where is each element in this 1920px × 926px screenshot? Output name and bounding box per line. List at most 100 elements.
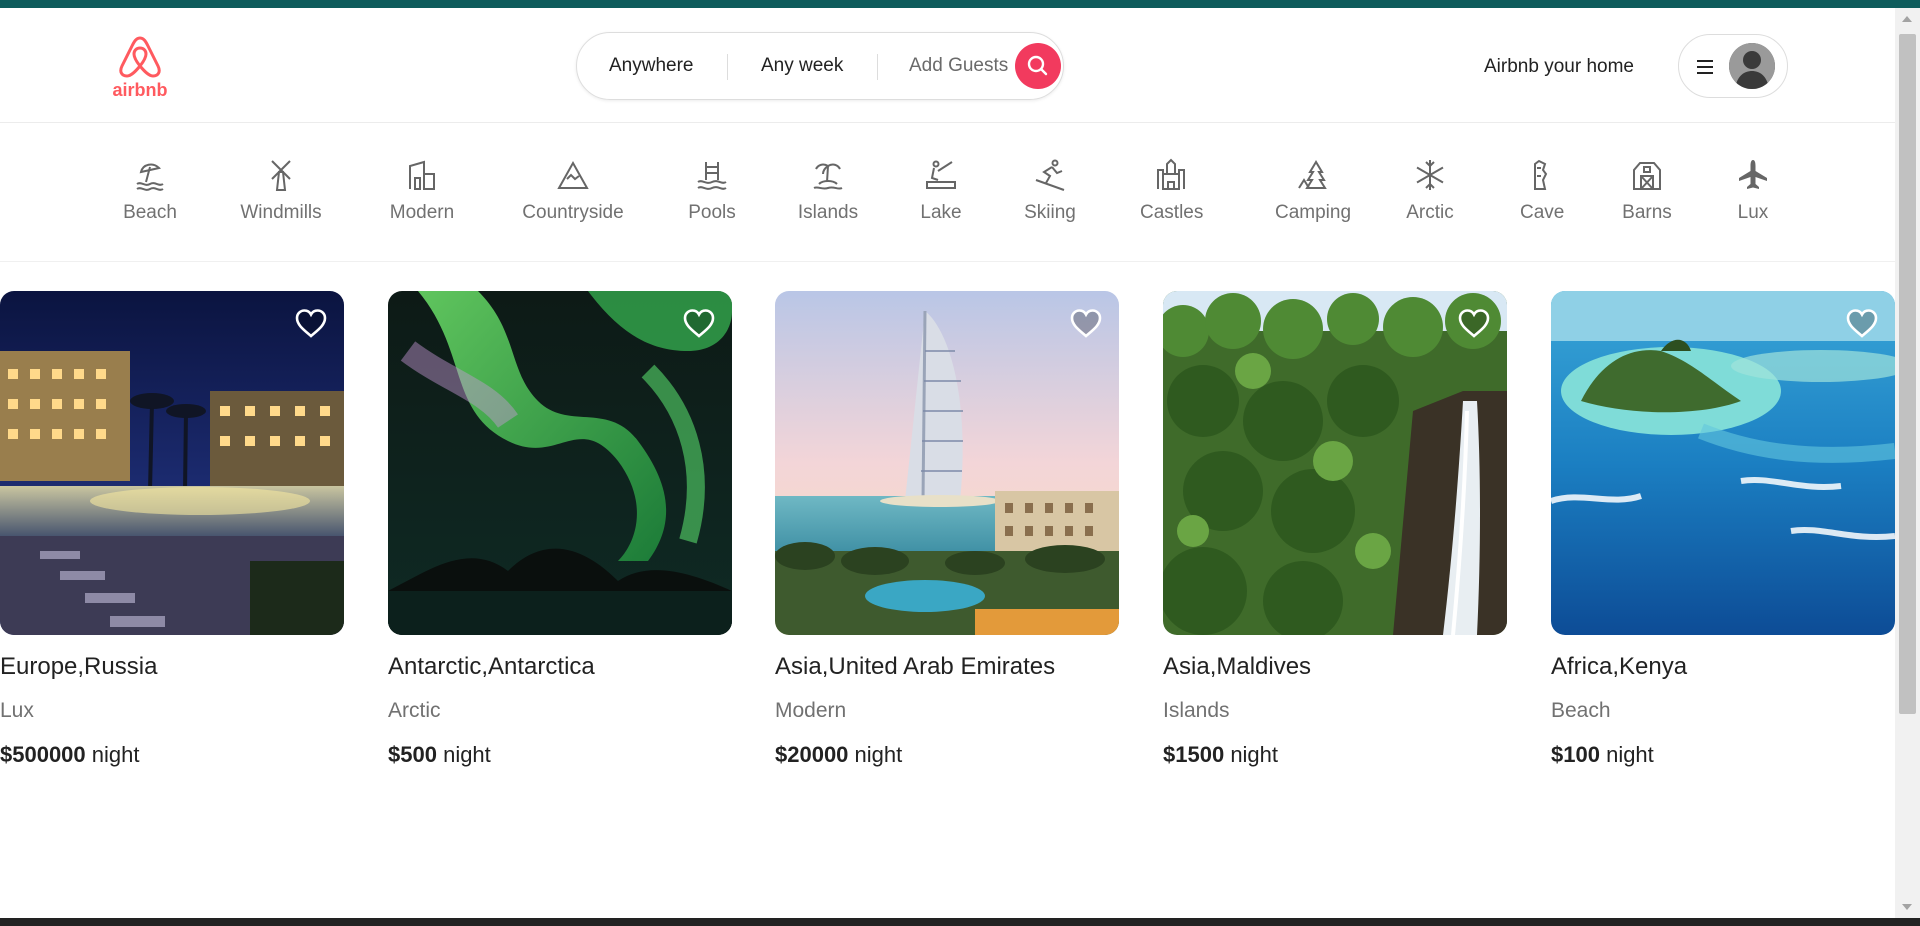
avatar xyxy=(1729,43,1775,89)
category-windmills[interactable]: Windmills xyxy=(236,158,326,242)
camping-icon xyxy=(1298,160,1327,189)
category-camping[interactable]: Camping xyxy=(1264,158,1362,242)
vertical-scrollbar[interactable] xyxy=(1895,8,1920,918)
mountain-icon xyxy=(557,160,589,189)
waterfall-photo xyxy=(1163,291,1507,635)
listing-title[interactable]: Antarctic,Antarctica xyxy=(388,653,595,681)
favorite-heart-icon[interactable] xyxy=(1845,307,1879,341)
listing-card[interactable]: Asia,United Arab Emirates Modern $20000 … xyxy=(775,291,1119,767)
search-bar[interactable]: Anywhere Any week Add Guests xyxy=(576,32,1064,100)
category-label: Lux xyxy=(1737,202,1769,223)
price-unit: night xyxy=(443,742,491,767)
listing-price: $100 night xyxy=(1551,742,1654,768)
category-label: Beach xyxy=(123,202,177,223)
category-lux[interactable]: Lux xyxy=(1735,158,1771,242)
listing-card[interactable]: Antarctic,Antarctica Arctic $500 night xyxy=(388,291,732,767)
user-menu-button[interactable] xyxy=(1678,34,1788,98)
listing-category: Islands xyxy=(1163,699,1230,722)
category-label: Islands xyxy=(797,202,859,223)
island-icon xyxy=(813,163,843,190)
castle-icon xyxy=(1157,158,1185,190)
pool-icon xyxy=(697,162,727,190)
listing-image[interactable] xyxy=(388,291,732,635)
price-unit: night xyxy=(1606,742,1654,767)
airbnb-logo[interactable]: airbnb xyxy=(112,34,168,104)
price-amount: $500 xyxy=(388,742,437,767)
listing-image[interactable] xyxy=(1551,291,1895,635)
category-arctic[interactable]: Arctic xyxy=(1405,158,1455,242)
category-beach[interactable]: Beach xyxy=(110,158,190,242)
price-unit: night xyxy=(854,742,903,767)
category-countryside[interactable]: Countryside xyxy=(518,158,628,242)
burj-al-arab-photo xyxy=(775,291,1119,635)
listing-title[interactable]: Asia,United Arab Emirates xyxy=(775,653,1055,681)
resort-night-photo xyxy=(0,291,344,635)
price-amount: $100 xyxy=(1551,742,1600,767)
skiing-icon xyxy=(1035,159,1065,191)
favorite-heart-icon[interactable] xyxy=(1069,307,1103,341)
island-lagoon-photo xyxy=(1551,291,1895,635)
listing-title[interactable]: Europe,Russia xyxy=(0,653,157,681)
favorite-heart-icon[interactable] xyxy=(294,307,328,341)
price-unit: night xyxy=(91,742,140,767)
listing-category: Beach xyxy=(1551,699,1611,722)
search-divider xyxy=(877,54,878,80)
modern-house-icon xyxy=(409,160,435,190)
listing-image[interactable] xyxy=(1163,291,1507,635)
category-castles[interactable]: Castles xyxy=(1140,158,1204,242)
category-label: Windmills xyxy=(240,202,322,223)
search-button[interactable] xyxy=(1015,43,1061,89)
price-amount: $1500 xyxy=(1163,742,1225,767)
aurora-photo xyxy=(388,291,732,635)
scroll-up-arrow-icon[interactable] xyxy=(1902,16,1912,22)
top-accent-bar xyxy=(0,0,1920,8)
listing-card[interactable]: Asia,Maldives Islands $1500 night xyxy=(1163,291,1507,767)
category-skiing[interactable]: Skiing xyxy=(1023,158,1077,242)
listing-card[interactable]: Europe,Russia Lux $500000 night xyxy=(0,291,344,767)
airbnb-your-home-link[interactable]: Airbnb your home xyxy=(1484,56,1634,78)
listing-card[interactable]: Africa,Kenya Beach $100 night xyxy=(1551,291,1895,767)
category-bar: Beach Windmills Modern Countryside Pools xyxy=(0,124,1895,262)
cave-icon xyxy=(1534,159,1548,190)
favorite-heart-icon[interactable] xyxy=(1457,307,1491,341)
barn-icon xyxy=(1633,162,1661,190)
listing-price: $1500 night xyxy=(1163,742,1278,768)
menu-icon xyxy=(1697,60,1713,74)
listing-price: $20000 night xyxy=(775,742,902,768)
search-guests[interactable]: Add Guests xyxy=(909,33,1008,99)
category-label: Camping xyxy=(1274,202,1352,223)
scroll-down-arrow-icon[interactable] xyxy=(1902,904,1912,910)
category-modern[interactable]: Modern xyxy=(385,158,459,242)
listing-title[interactable]: Africa,Kenya xyxy=(1551,653,1687,681)
airbnb-logo-icon xyxy=(119,36,161,78)
category-label: Arctic xyxy=(1406,202,1454,223)
search-when[interactable]: Any week xyxy=(761,33,843,99)
user-avatar-icon xyxy=(1729,43,1775,89)
category-label: Countryside xyxy=(522,202,624,223)
windmill-icon xyxy=(271,160,291,191)
listing-image[interactable] xyxy=(0,291,344,635)
category-label: Lake xyxy=(920,202,962,223)
lake-icon xyxy=(926,160,956,189)
search-where[interactable]: Anywhere xyxy=(609,33,694,99)
listing-image[interactable] xyxy=(775,291,1119,635)
header: airbnb Anywhere Any week Add Guests Airb… xyxy=(0,8,1895,123)
bottom-bar xyxy=(0,918,1920,926)
favorite-heart-icon[interactable] xyxy=(682,307,716,341)
category-islands[interactable]: Islands xyxy=(797,158,859,242)
category-pools[interactable]: Pools xyxy=(687,158,737,242)
listing-category: Arctic xyxy=(388,699,441,722)
category-lake[interactable]: Lake xyxy=(918,158,964,242)
airplane-icon xyxy=(1739,160,1767,189)
category-barns[interactable]: Barns xyxy=(1621,158,1673,242)
listing-title[interactable]: Asia,Maldives xyxy=(1163,653,1311,681)
category-label: Modern xyxy=(389,202,455,223)
category-label: Castles xyxy=(1140,202,1204,223)
search-icon xyxy=(1027,55,1048,76)
listing-price: $500000 night xyxy=(0,742,140,768)
category-cave[interactable]: Cave xyxy=(1520,158,1564,242)
search-divider xyxy=(727,54,728,80)
scrollbar-thumb[interactable] xyxy=(1899,34,1916,714)
listing-price: $500 night xyxy=(388,742,491,768)
listing-category: Lux xyxy=(0,699,34,722)
